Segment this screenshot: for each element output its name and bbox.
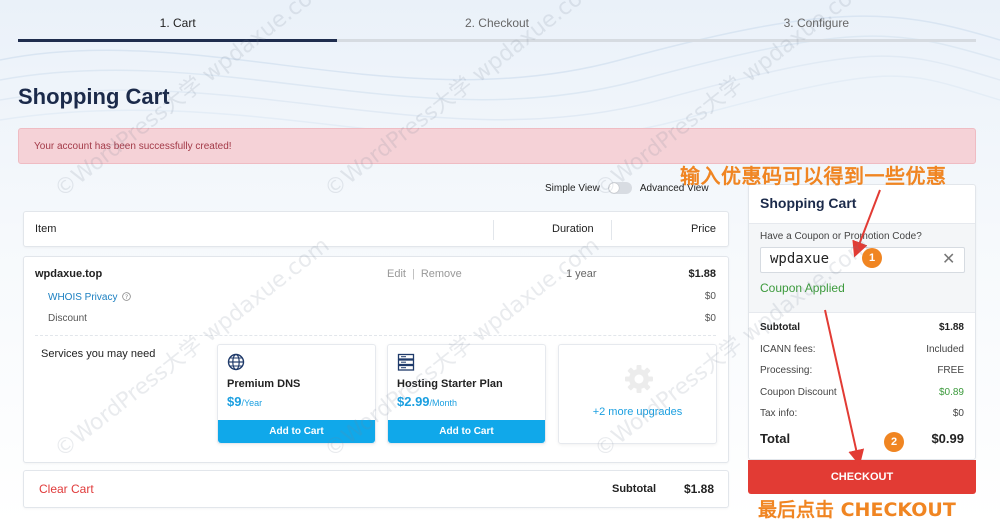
more-upgrades-card[interactable]: +2 more upgrades (558, 344, 717, 444)
view-switch[interactable] (607, 182, 632, 194)
upgrade-price: $9/Year (227, 394, 263, 409)
gear-icon (623, 363, 655, 400)
coupon-question: Have a Coupon or Promotion Code? (760, 231, 922, 242)
step-cart[interactable]: 1. Cart (18, 8, 338, 42)
divider (35, 335, 716, 336)
more-upgrades-link[interactable]: +2 more upgrades (559, 406, 716, 418)
header-duration: Duration (552, 223, 594, 235)
step-checkout[interactable]: 2. Checkout (337, 8, 657, 42)
whois-label: WHOIS Privacy (48, 292, 118, 303)
header-divider (611, 220, 612, 240)
upgrade-price: $2.99/Month (397, 394, 458, 409)
step-badge-2: 2 (884, 432, 904, 452)
checkout-button[interactable]: CHECKOUT (748, 460, 976, 494)
summary-subtotal: Subtotal $1.88 (760, 322, 964, 333)
domain-name: wpdaxue.top (35, 268, 103, 280)
help-icon[interactable]: ? (122, 292, 132, 301)
edit-link[interactable]: Edit (387, 268, 406, 280)
dns-globe-icon (227, 353, 245, 376)
summary-title: Shopping Cart (760, 195, 857, 211)
cart-items: wpdaxue.top Edit | Remove 1 year $1.88 WHO… (23, 256, 729, 463)
upgrade-card-premium-dns: Premium DNS $9/Year Add to Cart (217, 344, 376, 444)
whois-privacy-link[interactable]: WHOIS Privacy ? (48, 292, 132, 303)
remove-coupon-icon[interactable]: ✕ (942, 249, 955, 269)
step-badge-1: 1 (862, 248, 882, 268)
item-duration[interactable]: 1 year (566, 268, 597, 280)
item-actions: Edit | Remove (387, 268, 462, 280)
summary-coupon-discount: Coupon Discount $0.89 (760, 387, 964, 398)
cart-footer: Clear Cart Subtotal $1.88 (23, 470, 729, 508)
header-divider (493, 220, 494, 240)
annotation-checkout-hint: 最后点击 CHECKOUT (758, 499, 956, 521)
summary-total: Total $0.99 (760, 431, 964, 446)
summary-icann: ICANN fees: Included (760, 344, 964, 355)
header-price: Price (690, 223, 716, 235)
summary-tax: Tax info: $0 (760, 408, 964, 419)
remove-link[interactable]: Remove (421, 268, 462, 280)
cart-table-header: Item Duration Price (23, 211, 729, 247)
step-configure[interactable]: 3. Configure (656, 8, 976, 42)
coupon-applied-status: Coupon Applied (760, 281, 845, 295)
summary-processing: Processing: FREE (760, 365, 964, 376)
simple-view-label[interactable]: Simple View (545, 183, 600, 194)
header-item: Item (35, 223, 57, 235)
discount-label: Discount (48, 313, 87, 324)
add-to-cart-button[interactable]: Add to Cart (388, 420, 545, 443)
checkout-steps: 1. Cart 2. Checkout 3. Configure (18, 8, 976, 42)
footer-subtotal-value: $1.88 (683, 482, 714, 496)
clear-cart-button[interactable]: Clear Cart (39, 482, 94, 496)
page-title: Shopping Cart (18, 84, 170, 109)
footer-subtotal-label: Subtotal (612, 483, 656, 495)
services-label: Services you may need (41, 348, 156, 360)
add-to-cart-button[interactable]: Add to Cart (218, 420, 375, 443)
upgrade-name: Premium DNS (227, 378, 301, 390)
item-price: $1.88 (688, 268, 716, 280)
server-icon (397, 353, 415, 376)
order-summary: Shopping Cart Have a Coupon or Promotion… (748, 184, 976, 460)
annotation-coupon-hint: 输入优惠码可以得到一些优惠 (680, 164, 947, 188)
upgrade-card-hosting: Hosting Starter Plan $2.99/Month Add to … (387, 344, 546, 444)
whois-price: $0 (704, 291, 716, 302)
success-alert: Your account has been successfully creat… (18, 128, 976, 164)
svg-text:?: ? (125, 294, 128, 301)
discount-price: $0 (704, 313, 716, 324)
upgrade-name: Hosting Starter Plan (397, 378, 503, 390)
